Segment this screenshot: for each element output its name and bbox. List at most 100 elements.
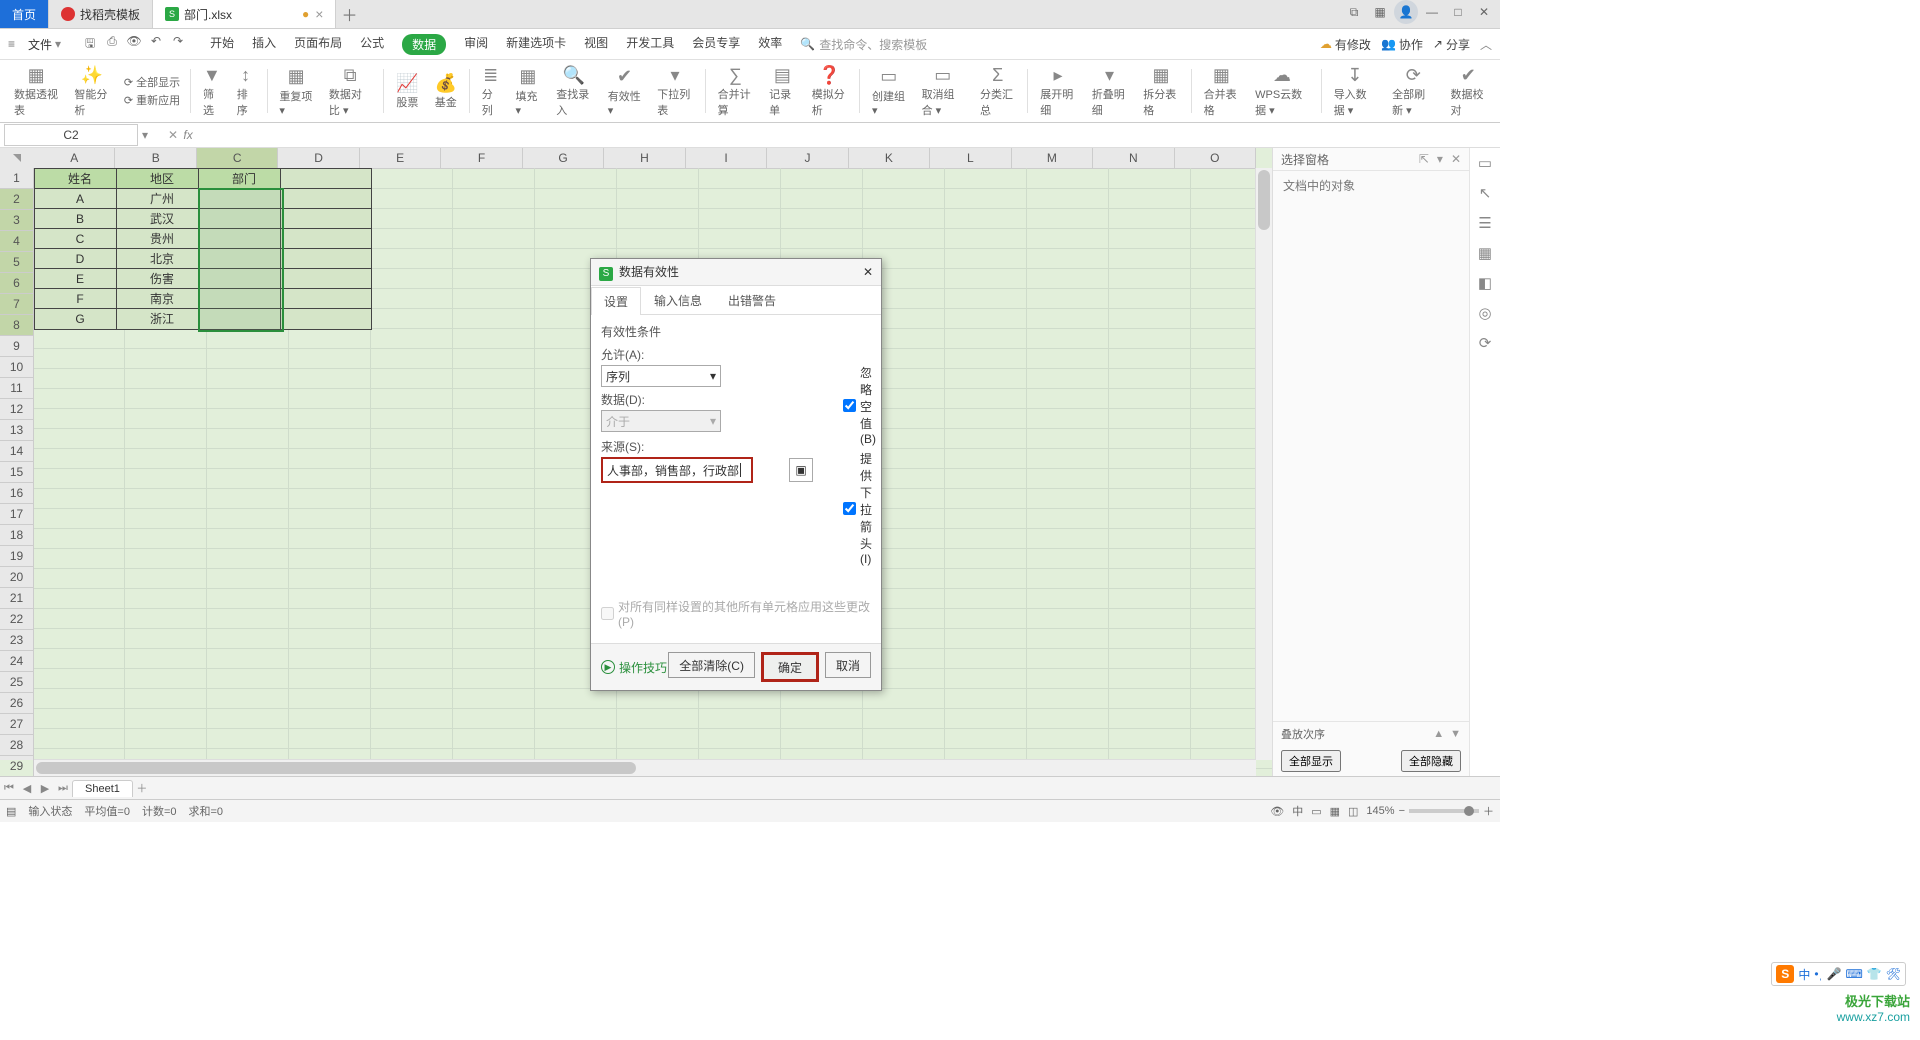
sheet-last-icon[interactable]: ⏭: [54, 782, 72, 795]
data-cell[interactable]: 部门: [198, 168, 290, 190]
menu-效率[interactable]: 效率: [758, 34, 782, 55]
data-cell[interactable]: [280, 188, 372, 210]
ribbon-股票[interactable]: 📈股票: [390, 64, 424, 118]
sheet-prev-icon[interactable]: ◀: [18, 782, 36, 795]
add-sheet-icon[interactable]: ＋: [133, 780, 151, 796]
menu-审阅[interactable]: 审阅: [464, 34, 488, 55]
col-J[interactable]: J: [767, 148, 848, 168]
ribbon-记录单[interactable]: ▤记录单: [763, 64, 802, 118]
col-H[interactable]: H: [604, 148, 685, 168]
bring-forward-icon[interactable]: ▲: [1433, 728, 1444, 740]
name-box[interactable]: C2: [4, 124, 138, 146]
menu-新建选项卡[interactable]: 新建选项卡: [506, 34, 566, 55]
ribbon-合并表格[interactable]: ▦合并表格: [1198, 64, 1246, 118]
data-cell[interactable]: 北京: [116, 248, 208, 270]
col-A[interactable]: A: [34, 148, 115, 168]
col-L[interactable]: L: [930, 148, 1011, 168]
zoom-control[interactable]: 145% − ＋: [1366, 803, 1494, 819]
row-24[interactable]: 24: [0, 651, 34, 672]
ribbon-智能分析[interactable]: ✨智能分析: [68, 64, 116, 118]
ribbon-查找录入[interactable]: 🔍查找录入: [550, 64, 598, 118]
data-cell[interactable]: F: [34, 288, 126, 310]
data-cell[interactable]: [280, 228, 372, 250]
hide-all-button[interactable]: 全部隐藏: [1401, 750, 1461, 772]
dialog-tab-出错警告[interactable]: 出错警告: [715, 286, 789, 314]
ime-tool-icon[interactable]: 🛠: [1886, 967, 1901, 981]
ribbon-有效性[interactable]: ✔有效性 ▾: [602, 64, 648, 118]
column-headers[interactable]: ABCDEFGHIJKLMNO: [34, 148, 1256, 169]
view-lang-icon[interactable]: 中: [1292, 803, 1303, 819]
send-backward-icon[interactable]: ▼: [1450, 728, 1461, 740]
ribbon-下拉列表[interactable]: ▾下拉列表: [651, 64, 699, 118]
row-22[interactable]: 22: [0, 609, 34, 630]
tab-template[interactable]: 找稻壳模板: [49, 0, 153, 28]
col-O[interactable]: O: [1175, 148, 1256, 168]
menu-视图[interactable]: 视图: [584, 34, 608, 55]
style-icon[interactable]: ☰: [1478, 214, 1491, 232]
data-cell[interactable]: [280, 308, 372, 330]
pane-close-icon[interactable]: ✕: [1451, 152, 1461, 166]
ribbon-筛选[interactable]: ▼筛选: [197, 64, 227, 118]
print-icon[interactable]: ⎙: [104, 34, 120, 55]
row-3[interactable]: 3: [0, 210, 34, 231]
data-cell[interactable]: 伤害: [116, 268, 208, 290]
sheet-first-icon[interactable]: ⏮: [0, 782, 18, 795]
data-cell[interactable]: [198, 308, 290, 330]
data-cell[interactable]: [280, 268, 372, 290]
col-B[interactable]: B: [115, 148, 196, 168]
ime-skin-icon[interactable]: 👕: [1867, 967, 1882, 981]
menu-插入[interactable]: 插入: [252, 34, 276, 55]
dialog-titlebar[interactable]: S数据有效性 ✕: [591, 259, 881, 286]
sheet-next-icon[interactable]: ▶: [36, 782, 54, 795]
data-cell[interactable]: 南京: [116, 288, 208, 310]
col-M[interactable]: M: [1012, 148, 1093, 168]
menu-数据[interactable]: 数据: [402, 34, 446, 55]
data-cell[interactable]: 地区: [116, 168, 208, 190]
row-9[interactable]: 9: [0, 336, 34, 357]
ribbon-WPS云数据[interactable]: ☁WPS云数据 ▾: [1249, 64, 1315, 118]
data-cell[interactable]: 贵州: [116, 228, 208, 250]
col-C[interactable]: C: [197, 148, 278, 168]
tab-file[interactable]: S 部门.xlsx ● ×: [153, 0, 336, 28]
data-cell[interactable]: B: [34, 208, 126, 230]
data-cell[interactable]: [280, 288, 372, 310]
chart-icon[interactable]: ◧: [1478, 274, 1492, 292]
data-cell[interactable]: [198, 228, 290, 250]
redo-icon[interactable]: ↷: [170, 34, 186, 55]
allow-combo[interactable]: 序列▾: [601, 365, 721, 387]
row-8[interactable]: 8: [0, 315, 34, 336]
cooperate-button[interactable]: 👥协作: [1381, 36, 1423, 53]
ribbon-数据校对[interactable]: ✔数据校对: [1445, 64, 1493, 118]
select-all-corner[interactable]: [0, 148, 35, 169]
col-I[interactable]: I: [686, 148, 767, 168]
row-21[interactable]: 21: [0, 588, 34, 609]
pane-dropdown-icon[interactable]: ▾: [1437, 152, 1443, 166]
clear-all-button[interactable]: 全部清除(C): [668, 652, 755, 678]
ok-button[interactable]: 确定: [761, 652, 819, 682]
horizontal-scrollbar[interactable]: [34, 759, 1256, 776]
col-F[interactable]: F: [441, 148, 522, 168]
ignore-blank-checkbox[interactable]: 忽略空值(B): [843, 364, 876, 446]
fx-cancel-icon[interactable]: ✕: [168, 128, 178, 142]
zoom-out-icon[interactable]: −: [1399, 805, 1405, 817]
save-icon[interactable]: 🖫: [82, 34, 98, 55]
ime-toolbar[interactable]: S 中 •ˌ 🎤 ⌨ 👕 🛠: [1771, 962, 1906, 986]
backup-icon[interactable]: ⟳: [1479, 334, 1492, 352]
ribbon-重复项[interactable]: ▦重复项 ▾: [273, 64, 319, 118]
menu-公式[interactable]: 公式: [360, 34, 384, 55]
dialog-tab-设置[interactable]: 设置: [591, 287, 641, 315]
select-icon[interactable]: ▭: [1478, 154, 1492, 172]
command-search[interactable]: 🔍 查找命令、搜索模板: [800, 36, 927, 53]
layout-icon[interactable]: ⧉: [1342, 0, 1366, 24]
show-all-button[interactable]: 全部显示: [1281, 750, 1341, 772]
row-27[interactable]: 27: [0, 714, 34, 735]
data-cell[interactable]: D: [34, 248, 126, 270]
ribbon-创建组[interactable]: ▭创建组 ▾: [866, 64, 912, 118]
minimize-button[interactable]: —: [1420, 0, 1444, 24]
row-7[interactable]: 7: [0, 294, 34, 315]
ribbon-全部显示[interactable]: ⟳ 全部显示: [124, 74, 180, 90]
cursor-icon[interactable]: ↖: [1479, 184, 1492, 202]
ribbon-导入数据[interactable]: ↧导入数据 ▾: [1328, 64, 1382, 118]
data-cell[interactable]: [198, 208, 290, 230]
row-11[interactable]: 11: [0, 378, 34, 399]
